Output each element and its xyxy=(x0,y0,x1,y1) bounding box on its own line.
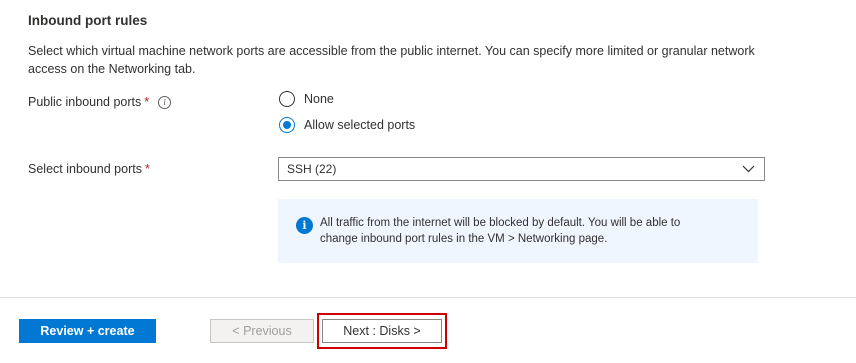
required-marker: * xyxy=(144,162,150,176)
public-inbound-ports-label: Public inbound ports * i xyxy=(28,95,172,109)
info-icon: i xyxy=(296,217,313,234)
footer-divider xyxy=(0,297,856,298)
info-message-line-1: All traffic from the internet will be bl… xyxy=(320,217,681,229)
info-message-line-2: change inbound port rules in the VM > Ne… xyxy=(320,232,608,245)
required-marker: * xyxy=(144,95,150,109)
select-inbound-ports-label: Select inbound ports * xyxy=(28,162,150,176)
previous-button[interactable]: < Previous xyxy=(210,319,314,343)
select-inbound-ports-label-text: Select inbound ports xyxy=(28,162,142,176)
public-inbound-ports-label-text: Public inbound ports xyxy=(28,95,142,109)
info-message-box: i All traffic from the internet will be … xyxy=(278,199,758,263)
radio-label-allow-selected-ports: Allow selected ports xyxy=(304,118,416,132)
radio-circle-none[interactable] xyxy=(279,91,295,107)
review-create-button[interactable]: Review + create xyxy=(19,319,156,343)
section-title: Inbound port rules xyxy=(28,13,148,28)
info-icon[interactable]: i xyxy=(158,96,172,109)
inbound-port-rules-page: Inbound port rules Select which virtual … xyxy=(0,0,856,363)
chevron-down-icon xyxy=(742,165,755,173)
radio-circle-allow-selected-ports[interactable] xyxy=(279,117,295,133)
inbound-ports-dropdown-value: SSH (22) xyxy=(287,162,337,176)
radio-none[interactable]: None xyxy=(279,91,334,107)
info-message-text: All traffic from the internet will be bl… xyxy=(320,216,680,247)
section-description: Select which virtual machine network por… xyxy=(28,44,755,76)
inbound-ports-dropdown[interactable]: SSH (22) xyxy=(278,157,765,181)
radio-label-none: None xyxy=(304,92,334,106)
next-disks-button[interactable]: Next : Disks > xyxy=(322,319,442,343)
radio-allow-selected-ports[interactable]: Allow selected ports xyxy=(279,117,415,133)
